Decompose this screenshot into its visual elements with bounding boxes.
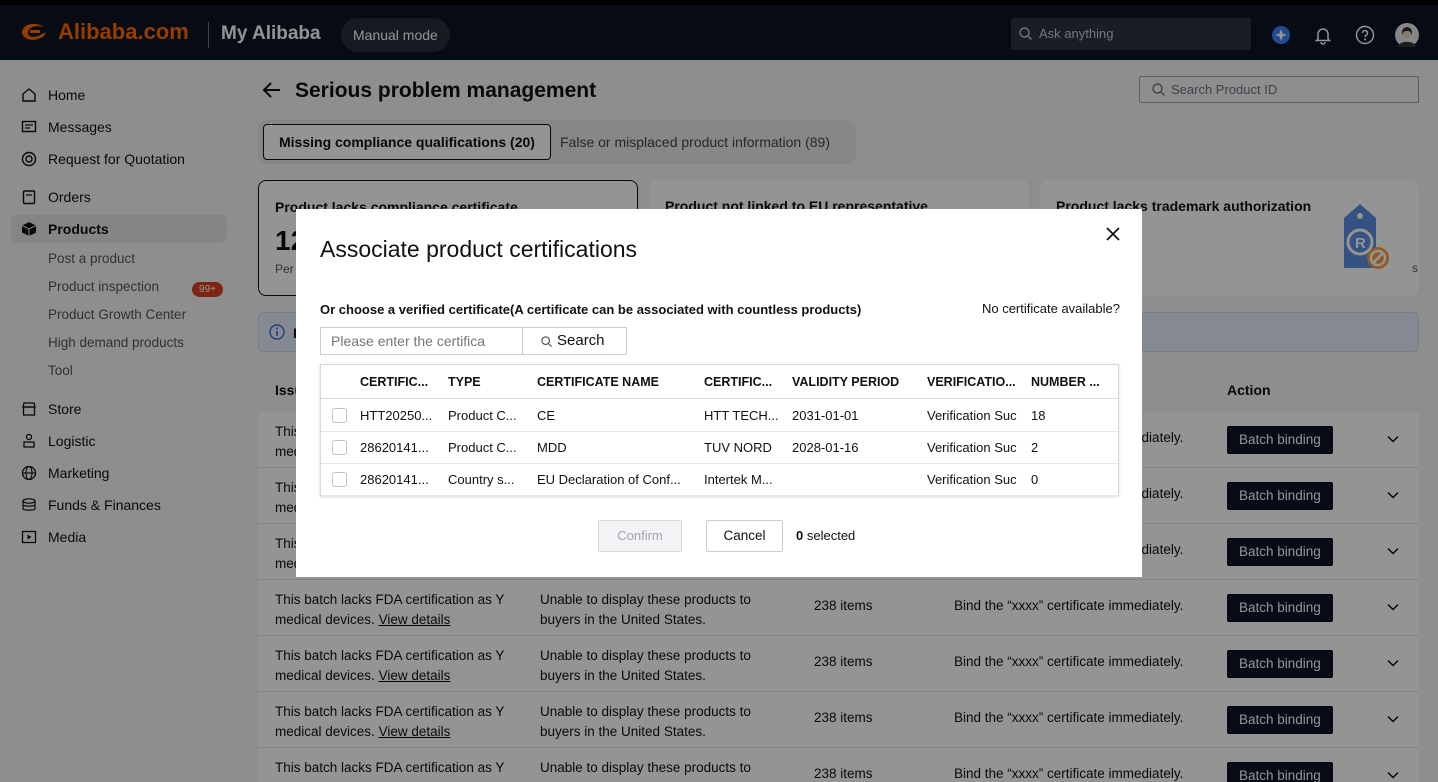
selected-count-number: 0 <box>796 528 804 543</box>
cell-verification: Verification Suc <box>927 440 1017 455</box>
col-verification: VERIFICATIO... <box>927 375 1016 389</box>
cell-verification: Verification Suc <box>927 408 1017 423</box>
cell-validity: 2031-01-01 <box>792 408 859 423</box>
cell-cert-number: HTT20250... <box>360 408 433 423</box>
certificate-table-header: CERTIFIC... TYPE CERTIFICATE NAME CERTIFIC.… <box>321 365 1118 399</box>
selected-count-suffix: selected <box>806 528 856 543</box>
row-checkbox[interactable] <box>332 408 347 423</box>
cell-type: Product C... <box>448 408 517 423</box>
cancel-button[interactable]: Cancel <box>706 520 783 552</box>
cell-cert-number: 28620141... <box>360 472 429 487</box>
cell-cert-name: MDD <box>537 440 567 455</box>
col-cert-number: CERTIFIC... <box>360 375 429 389</box>
confirm-button[interactable]: Confirm <box>598 520 682 552</box>
cell-cert-issuer: TUV NORD <box>704 440 772 455</box>
col-cert-name: CERTIFICATE NAME <box>537 375 659 389</box>
col-number-products: NUMBER ... <box>1031 375 1100 389</box>
modal-subtitle: Or choose a verified certificate(A certi… <box>320 302 862 317</box>
certificate-row[interactable]: 28620141... Country s... EU Declaration of… <box>321 464 1118 496</box>
cell-cert-name: CE <box>537 408 556 423</box>
row-checkbox[interactable] <box>332 440 347 455</box>
search-icon <box>541 336 552 347</box>
search-button-label: Search <box>557 332 605 349</box>
cell-number-products: 2 <box>1031 440 1039 455</box>
no-certificate-link[interactable]: No certificate available? <box>982 301 1120 316</box>
cell-type: Country s... <box>448 472 515 487</box>
certificate-table: CERTIFIC... TYPE CERTIFICATE NAME CERTIFIC.… <box>320 364 1119 496</box>
cell-validity: 2028-01-16 <box>792 440 859 455</box>
certificate-row[interactable]: HTT20250... Product C... CE HTT TECH... 2031… <box>321 400 1118 432</box>
cell-cert-number: 28620141... <box>360 440 429 455</box>
col-validity: VALIDITY PERIOD <box>792 375 900 389</box>
modal-title: Associate product certifications <box>320 236 638 262</box>
cell-cert-name: EU Declaration of Conf... <box>537 472 681 487</box>
close-icon[interactable] <box>1104 225 1122 243</box>
cell-number-products: 0 <box>1031 472 1039 487</box>
cell-verification: Verification Suc <box>927 472 1017 487</box>
cell-cert-issuer: Intertek M... <box>704 472 773 487</box>
row-checkbox[interactable] <box>332 472 347 487</box>
cell-type: Product C... <box>448 440 517 455</box>
cell-number-products: 18 <box>1031 408 1046 423</box>
search-button[interactable]: Search <box>522 327 627 355</box>
certificate-search-input[interactable] <box>320 327 522 355</box>
col-type: TYPE <box>448 375 481 389</box>
col-cert-issuer: CERTIFIC... <box>704 375 773 389</box>
certificate-row[interactable]: 28620141... Product C... MDD TUV NORD 2028-0… <box>321 432 1118 464</box>
associate-certifications-modal: Associate product certifications Or choo… <box>296 209 1142 577</box>
cell-cert-issuer: HTT TECH... <box>704 408 779 423</box>
selected-count: 0 selected <box>796 528 855 543</box>
